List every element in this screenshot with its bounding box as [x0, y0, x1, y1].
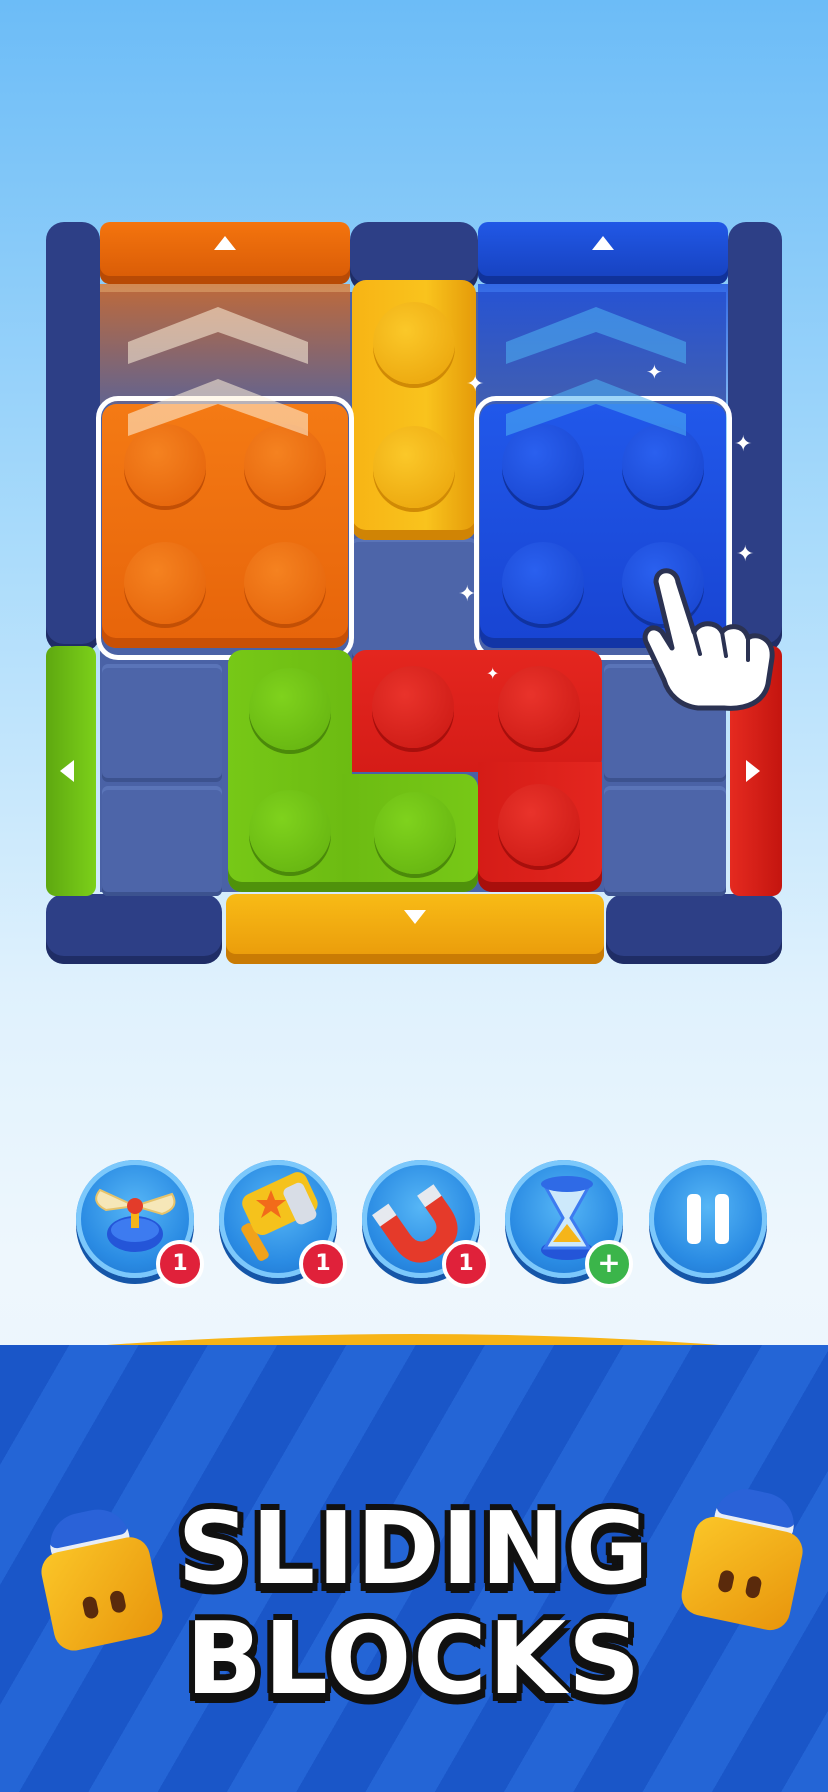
block-stud [373, 426, 455, 508]
sparkle-icon: ✦ [734, 432, 753, 457]
chevron-up-icon [506, 379, 686, 436]
game-board: ✦ ✦ ✦ ✦ ✦ ✦ [46, 222, 782, 964]
green-block-foot[interactable] [342, 774, 478, 892]
red-block-leg[interactable] [478, 762, 602, 892]
green-block[interactable] [228, 650, 352, 892]
block-stud [249, 790, 331, 872]
block-stud [498, 666, 580, 748]
block-stud [498, 784, 580, 866]
sparkle-icon: ✦ [486, 664, 500, 683]
add-hourglass-badge[interactable]: + [585, 1240, 633, 1288]
frame-bottom-left [46, 894, 222, 964]
floor-cell [102, 786, 222, 896]
blue-exit-gate-top [478, 222, 728, 284]
green-exit-gate-left [46, 646, 96, 896]
frame-left-top [46, 222, 100, 652]
arrow-left-icon [60, 760, 74, 782]
chevron-up-icon [128, 379, 308, 436]
arrow-up-icon [214, 236, 236, 250]
block-stud [374, 792, 456, 874]
floor-cell [102, 664, 222, 782]
sparkle-icon: ✦ [458, 582, 477, 607]
block-stud [373, 302, 455, 384]
pause-icon [687, 1194, 729, 1244]
hourglass-powerup-button[interactable]: + [505, 1160, 633, 1288]
game-title-line1: SLIDING [177, 1490, 651, 1607]
yellow-block[interactable] [352, 280, 476, 540]
frame-bottom-right [606, 894, 782, 964]
game-title-line2: BLOCKS [185, 1600, 643, 1717]
pause-button[interactable] [649, 1160, 767, 1278]
powerup-count-badge: 1 [299, 1240, 347, 1288]
orange-exit-gate-top [100, 222, 350, 284]
red-block[interactable] [352, 650, 602, 772]
powerup-count-badge: 1 [156, 1240, 204, 1288]
powerup-count-badge: 1 [442, 1240, 490, 1288]
sparkle-icon: ✦ [646, 360, 663, 384]
sparkle-icon: ✦ [466, 372, 485, 397]
arrow-up-icon [592, 236, 614, 250]
arrow-down-icon [404, 910, 426, 924]
block-stud [249, 668, 331, 750]
yellow-exit-gate-bottom [226, 894, 604, 964]
pointing-hand-icon [642, 568, 775, 711]
chevron-up-icon [128, 307, 308, 364]
magnet-powerup-button[interactable]: 1 [362, 1160, 490, 1288]
propeller-powerup-button[interactable]: 1 [76, 1160, 204, 1288]
floor-cell [604, 786, 726, 896]
block-stud [372, 666, 454, 748]
hammer-powerup-button[interactable]: 1 [219, 1160, 347, 1288]
arrow-right-icon [746, 760, 760, 782]
